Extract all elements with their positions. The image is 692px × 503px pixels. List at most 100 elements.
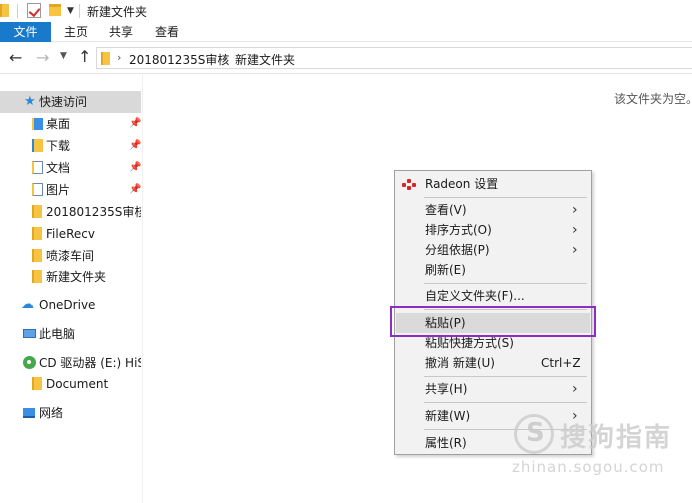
menu-item-group[interactable]: 分组依据(P) ›: [396, 240, 590, 260]
chevron-right-icon[interactable]: ›: [223, 51, 227, 64]
menu-separator: [424, 376, 587, 377]
folder-icon: [101, 52, 110, 65]
sidebar-item-filerecv[interactable]: FileRecv: [0, 223, 141, 245]
menu-item-share[interactable]: 共享(H) ›: [396, 379, 590, 399]
pictures-icon: [32, 183, 43, 196]
menu-item-label: 分组依据(P): [425, 243, 490, 257]
chevron-right-icon: ›: [572, 222, 578, 238]
menu-separator: [424, 402, 587, 403]
folder-icon: [32, 227, 42, 240]
sidebar-item-paint-shop[interactable]: 喷漆车间: [0, 245, 141, 267]
forward-arrow-icon[interactable]: →: [36, 48, 49, 67]
sidebar-item-onedrive[interactable]: ☁ OneDrive: [0, 294, 141, 316]
navigation-bar: ← → ▼ ↑ › 201801235S审核 › 新建文件夹: [0, 42, 692, 74]
sidebar-item-label: 文档: [46, 161, 71, 175]
star-icon: ★: [24, 94, 36, 109]
up-arrow-icon[interactable]: ↑: [78, 47, 91, 66]
folder-icon: [32, 377, 42, 390]
sidebar-item-documents[interactable]: 文档 📌: [0, 157, 141, 179]
navigation-pane: ★ 快速访问 桌面 📌 下载 📌 文档 📌 图片 📌 201801235S审核 …: [0, 75, 143, 503]
menu-item-refresh[interactable]: 刷新(E): [396, 260, 590, 280]
tab-file[interactable]: 文件: [0, 22, 51, 42]
sidebar-item-label: 快速访问: [39, 95, 88, 109]
empty-folder-message: 该文件夹为空。: [614, 92, 692, 106]
pin-icon[interactable]: 📌: [129, 179, 141, 201]
sidebar-item-document[interactable]: Document: [0, 373, 141, 395]
sidebar-item-downloads[interactable]: 下载 📌: [0, 135, 141, 157]
sidebar-item-label: Document: [46, 377, 109, 391]
sidebar-item-label: 网络: [39, 406, 64, 420]
menu-item-shortcut: Ctrl+Z: [541, 356, 581, 370]
menu-separator: [424, 197, 587, 198]
chevron-right-icon[interactable]: ›: [117, 51, 121, 64]
breadcrumb-item[interactable]: 201801235S审核: [129, 51, 229, 68]
chevron-right-icon: ›: [572, 202, 578, 218]
documents-icon: [32, 161, 43, 174]
menu-item-view[interactable]: 查看(V) ›: [396, 200, 590, 220]
sidebar-item-label: CD 驱动器 (E:) HiSuite: [39, 356, 141, 370]
sidebar-item-label: 201801235S审核: [46, 205, 141, 219]
title-bar: ▼ 新建文件夹: [0, 0, 692, 22]
sidebar-item-label: 桌面: [46, 117, 71, 131]
menu-item-label: 查看(V): [425, 203, 467, 217]
new-folder-icon[interactable]: [49, 4, 61, 16]
toolbar-separator: [79, 4, 80, 18]
sidebar-item-folder[interactable]: 201801235S审核: [0, 201, 141, 223]
watermark-url: zhinan.sogou.com: [512, 458, 665, 476]
tab-view[interactable]: 查看: [153, 22, 181, 42]
sidebar-item-this-pc[interactable]: 此电脑: [0, 323, 141, 345]
sidebar-item-label: 此电脑: [39, 327, 76, 341]
sidebar-item-cd-drive[interactable]: CD 驱动器 (E:) HiSuite: [0, 352, 141, 374]
sidebar-item-new-folder[interactable]: 新建文件夹: [0, 266, 141, 288]
sidebar-item-desktop[interactable]: 桌面 📌: [0, 113, 141, 135]
menu-item-label: 自定义文件夹(F)...: [425, 289, 525, 303]
pin-icon[interactable]: 📌: [129, 135, 141, 157]
properties-check-icon[interactable]: [27, 3, 41, 18]
window-title: 新建文件夹: [87, 5, 148, 19]
menu-item-label: 属性(R): [425, 436, 467, 450]
tab-share[interactable]: 共享: [107, 22, 135, 42]
toolbar-separator: [17, 4, 18, 18]
menu-item-customize-folder[interactable]: 自定义文件夹(F)...: [396, 286, 590, 306]
pin-icon[interactable]: 📌: [129, 113, 141, 135]
menu-item-label: 共享(H): [425, 382, 468, 396]
radeon-icon: [402, 179, 416, 190]
ribbon-tabs: 文件 主页 共享 查看: [0, 22, 692, 42]
menu-item-sort[interactable]: 排序方式(O) ›: [396, 220, 590, 240]
folder-icon: [32, 249, 42, 262]
sidebar-item-quick-access[interactable]: ★ 快速访问: [0, 91, 141, 113]
folder-icon: [0, 4, 9, 17]
menu-item-label: 刷新(E): [425, 263, 466, 277]
chevron-right-icon: ›: [572, 381, 578, 397]
sidebar-item-label: 图片: [46, 183, 71, 197]
desktop-icon: [32, 118, 43, 130]
sidebar-item-label: 新建文件夹: [46, 270, 107, 284]
folder-icon: [32, 205, 42, 218]
menu-separator: [424, 283, 587, 284]
back-arrow-icon[interactable]: ←: [9, 48, 22, 67]
menu-item-label: 新建(W): [425, 409, 471, 423]
computer-icon: [23, 329, 36, 338]
tab-home[interactable]: 主页: [62, 22, 90, 42]
sidebar-item-label: OneDrive: [39, 298, 96, 312]
cloud-icon: ☁: [21, 297, 34, 312]
sidebar-item-label: 下载: [46, 139, 71, 153]
breadcrumb-item[interactable]: 新建文件夹: [235, 51, 295, 68]
cd-drive-icon: [23, 356, 36, 369]
sidebar-item-label: 喷漆车间: [46, 249, 95, 263]
recent-locations-chevron-icon[interactable]: ▼: [60, 51, 67, 61]
sidebar-item-network[interactable]: 网络: [0, 402, 141, 424]
address-bar[interactable]: › 201801235S审核 › 新建文件夹: [96, 47, 692, 69]
menu-item-label: 排序方式(O): [425, 223, 492, 237]
network-icon: [23, 408, 35, 418]
download-icon: [32, 139, 43, 152]
sidebar-item-label: FileRecv: [46, 227, 95, 241]
sidebar-item-pictures[interactable]: 图片 📌: [0, 179, 141, 201]
chevron-right-icon: ›: [572, 242, 578, 258]
dropdown-arrow-icon[interactable]: ▼: [67, 6, 74, 16]
menu-item-label: 撤消 新建(U): [425, 356, 495, 370]
menu-item-undo[interactable]: 撤消 新建(U) Ctrl+Z: [396, 353, 590, 373]
menu-item-radeon-settings[interactable]: Radeon 设置: [396, 174, 590, 194]
sogou-logo-icon: [514, 414, 554, 454]
pin-icon[interactable]: 📌: [129, 157, 141, 179]
